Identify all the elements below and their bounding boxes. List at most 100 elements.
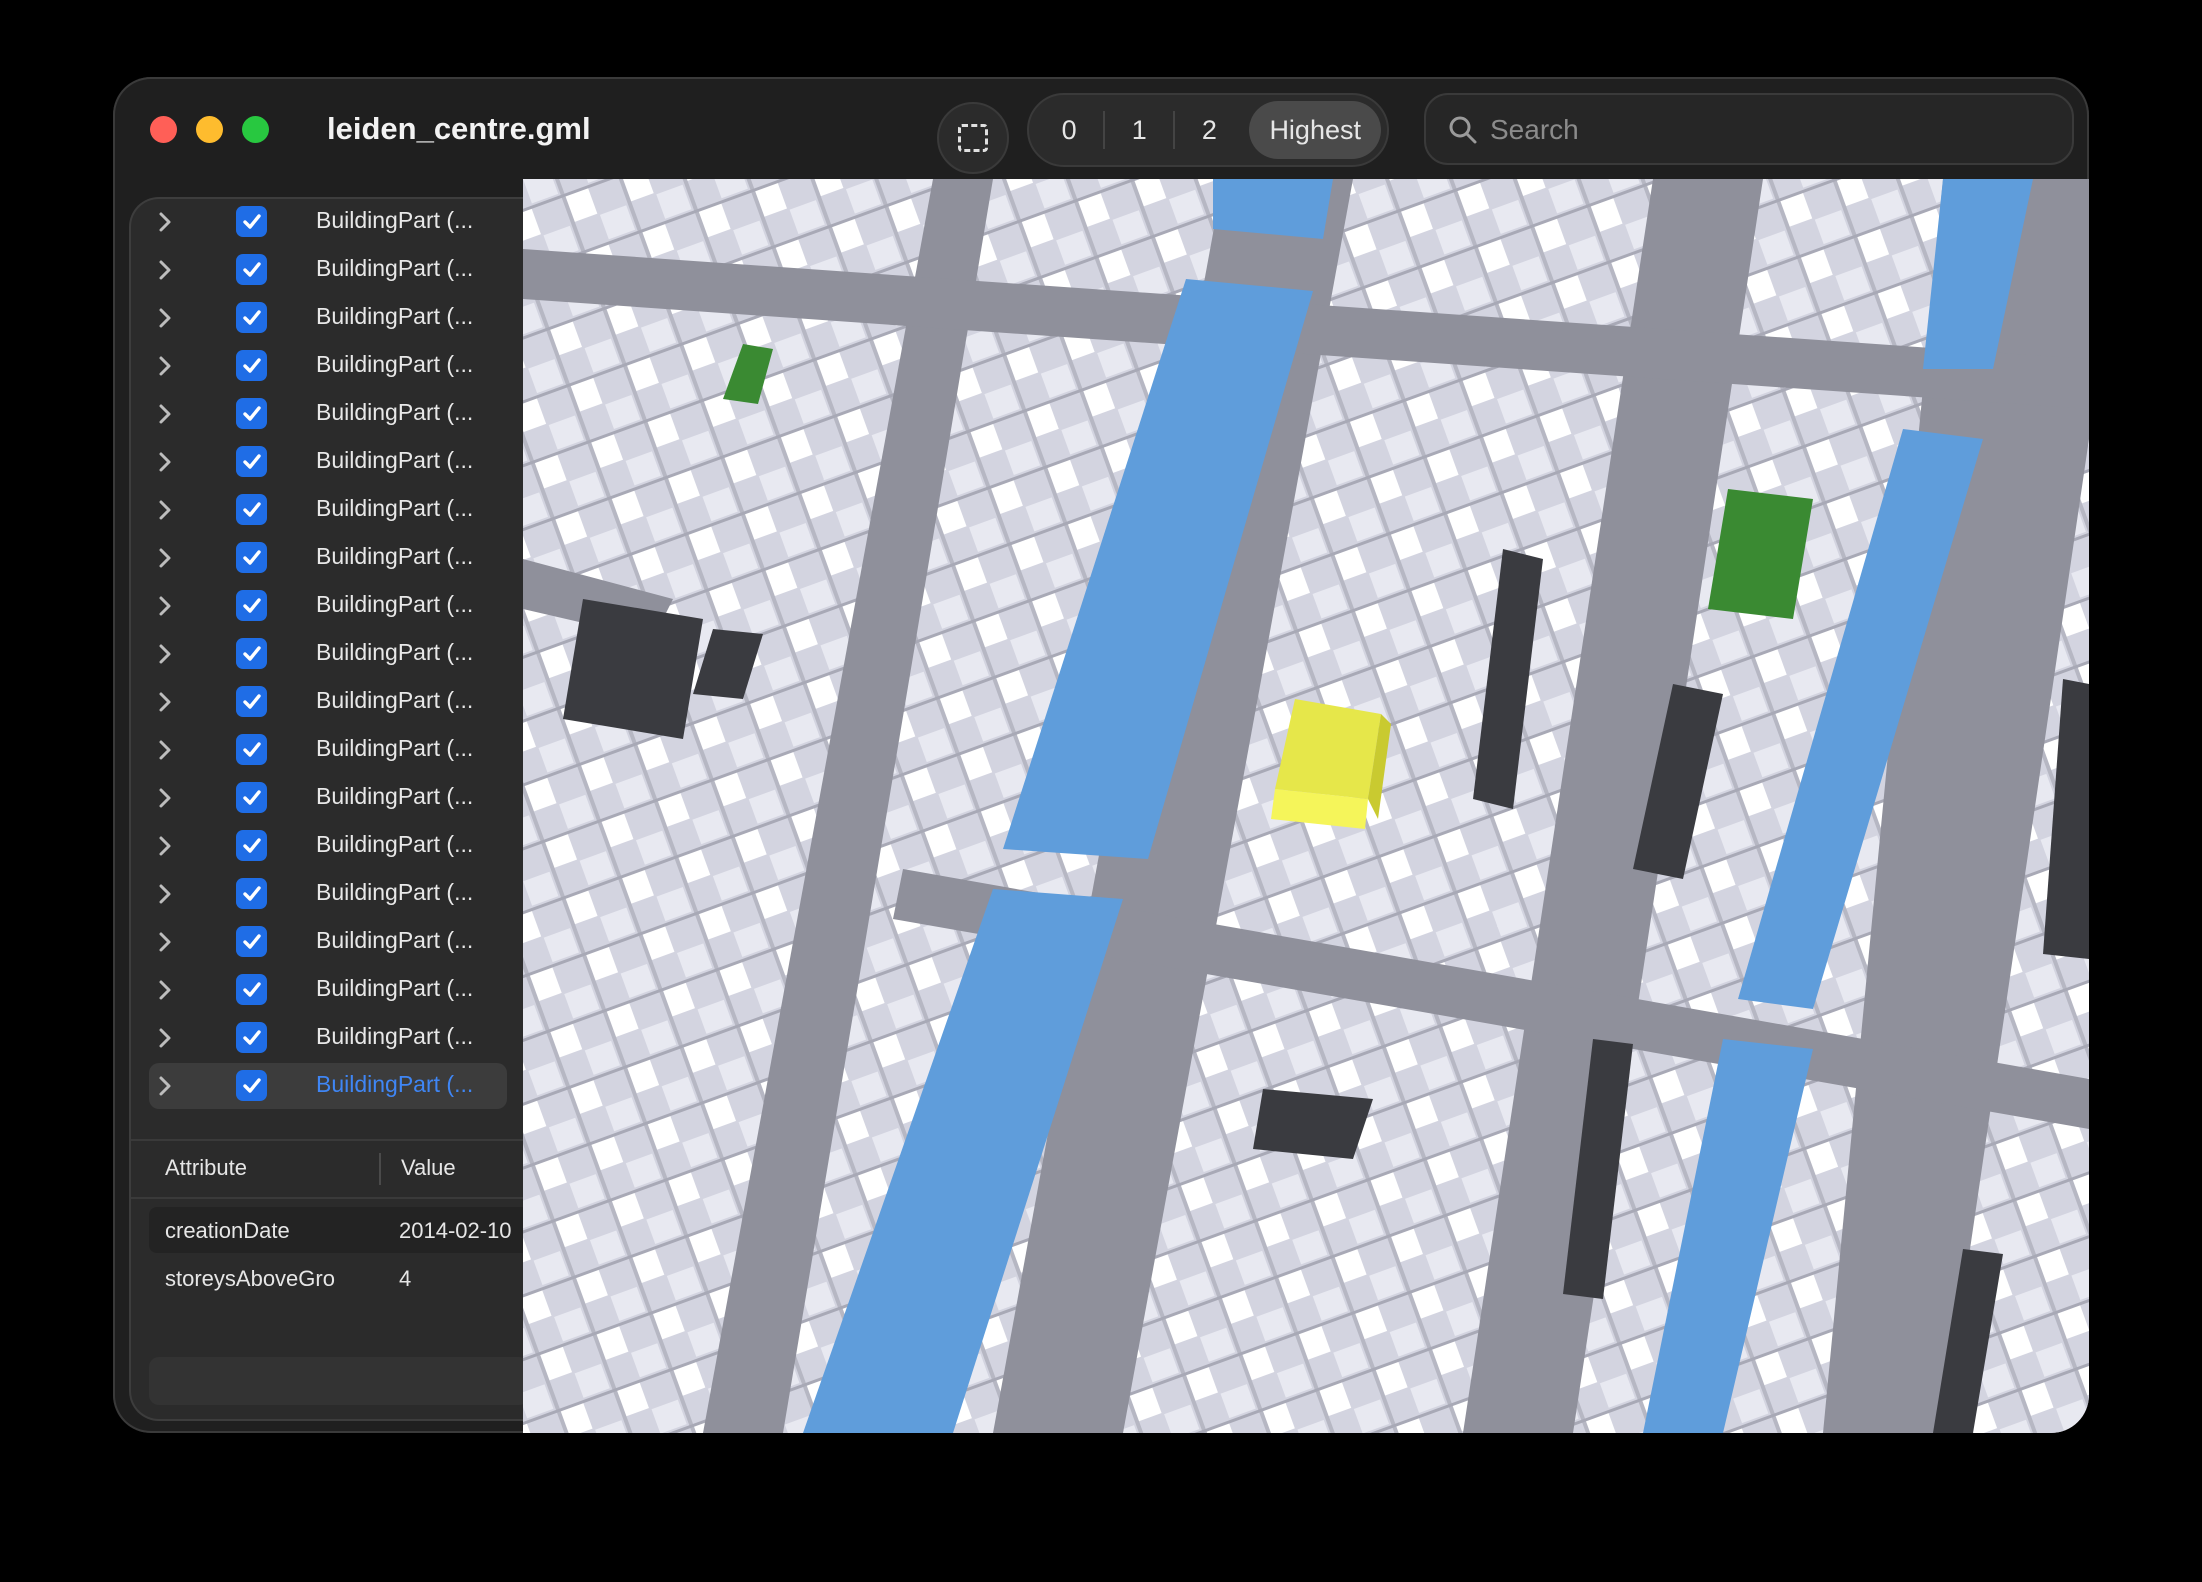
zoom-window-button[interactable] bbox=[242, 116, 269, 143]
selection-rectangle-icon bbox=[958, 124, 988, 152]
chevron-right-icon[interactable] bbox=[157, 979, 173, 1001]
checkmark-icon bbox=[242, 981, 261, 997]
visibility-checkbox[interactable] bbox=[236, 1022, 267, 1053]
tree-item[interactable]: BuildingPart (... bbox=[131, 199, 523, 245]
attribute-row[interactable]: creationDate 2014-02-10 bbox=[149, 1207, 523, 1253]
visibility-checkbox[interactable] bbox=[236, 686, 267, 717]
visibility-checkbox[interactable] bbox=[236, 542, 267, 573]
lod-0-segment[interactable]: 0 bbox=[1035, 101, 1103, 159]
checkmark-icon bbox=[242, 597, 261, 613]
visibility-checkbox[interactable] bbox=[236, 494, 267, 525]
tree-item[interactable]: BuildingPart (... bbox=[131, 821, 523, 869]
city-model-render bbox=[523, 179, 2089, 1433]
tree-item[interactable]: BuildingPart (... bbox=[131, 869, 523, 917]
chevron-right-icon[interactable] bbox=[157, 1075, 173, 1097]
chevron-right-icon[interactable] bbox=[157, 643, 173, 665]
tree-item[interactable]: BuildingPart (... bbox=[131, 725, 523, 773]
tree-item-label: BuildingPart (... bbox=[316, 783, 474, 809]
tree-item[interactable]: BuildingPart (... bbox=[131, 1061, 523, 1109]
checkmark-icon bbox=[242, 645, 261, 661]
visibility-checkbox[interactable] bbox=[236, 830, 267, 861]
tree-item[interactable]: BuildingPart (... bbox=[131, 437, 523, 485]
search-field[interactable] bbox=[1424, 93, 2074, 165]
checkmark-icon bbox=[242, 261, 261, 277]
tree-item[interactable]: BuildingPart (... bbox=[131, 1013, 523, 1061]
window-title: leiden_centre.gml bbox=[327, 111, 591, 146]
visibility-checkbox[interactable] bbox=[236, 206, 267, 237]
tree-item[interactable]: BuildingPart (... bbox=[131, 389, 523, 437]
attribute-column-header[interactable]: Attribute bbox=[165, 1155, 247, 1181]
tree-item[interactable]: BuildingPart (... bbox=[131, 293, 523, 341]
chevron-right-icon[interactable] bbox=[157, 691, 173, 713]
checkmark-icon bbox=[242, 885, 261, 901]
tree-item[interactable]: BuildingPart (... bbox=[131, 629, 523, 677]
search-icon bbox=[1449, 116, 1477, 144]
attribute-key: creationDate bbox=[165, 1218, 290, 1243]
visibility-checkbox[interactable] bbox=[236, 974, 267, 1005]
visibility-checkbox[interactable] bbox=[236, 638, 267, 669]
chevron-right-icon[interactable] bbox=[157, 307, 173, 329]
title-bar: leiden_centre.gml 0 1 2 Highest bbox=[113, 77, 2089, 179]
tree-item[interactable]: BuildingPart (... bbox=[131, 773, 523, 821]
minimize-window-button[interactable] bbox=[196, 116, 223, 143]
attribute-row[interactable]: storeysAboveGro 4 bbox=[149, 1255, 523, 1301]
visibility-checkbox[interactable] bbox=[236, 398, 267, 429]
chevron-right-icon[interactable] bbox=[157, 547, 173, 569]
visibility-checkbox[interactable] bbox=[236, 350, 267, 381]
attribute-value: 2014-02-10 bbox=[399, 1218, 512, 1243]
visibility-checkbox[interactable] bbox=[236, 302, 267, 333]
object-tree[interactable]: BuildingPart (... BuildingPart (... Buildi… bbox=[131, 199, 523, 1134]
visibility-checkbox[interactable] bbox=[236, 734, 267, 765]
visibility-checkbox[interactable] bbox=[236, 926, 267, 957]
chevron-right-icon[interactable] bbox=[157, 595, 173, 617]
tree-item[interactable]: BuildingPart (... bbox=[131, 677, 523, 725]
lod-highest-segment[interactable]: Highest bbox=[1249, 101, 1381, 159]
close-window-button[interactable] bbox=[150, 116, 177, 143]
3d-map-view[interactable] bbox=[523, 179, 2089, 1433]
tree-item[interactable]: BuildingPart (... bbox=[131, 485, 523, 533]
visibility-checkbox[interactable] bbox=[236, 446, 267, 477]
tree-item[interactable]: BuildingPart (... bbox=[131, 341, 523, 389]
tree-item-label: BuildingPart (... bbox=[316, 591, 474, 617]
column-divider[interactable] bbox=[379, 1153, 381, 1185]
chevron-right-icon[interactable] bbox=[157, 403, 173, 425]
chevron-right-icon[interactable] bbox=[157, 835, 173, 857]
tree-item-label: BuildingPart (... bbox=[316, 639, 474, 665]
filter-field[interactable] bbox=[149, 1357, 523, 1405]
chevron-right-icon[interactable] bbox=[157, 883, 173, 905]
value-column-header[interactable]: Value bbox=[401, 1155, 456, 1181]
chevron-right-icon[interactable] bbox=[157, 259, 173, 281]
chevron-right-icon[interactable] bbox=[157, 355, 173, 377]
sidebar: BuildingPart (... BuildingPart (... Buildi… bbox=[129, 197, 523, 1421]
search-input[interactable] bbox=[1488, 107, 2052, 153]
checkmark-icon bbox=[242, 741, 261, 757]
chevron-right-icon[interactable] bbox=[157, 499, 173, 521]
visibility-checkbox[interactable] bbox=[236, 590, 267, 621]
chevron-right-icon[interactable] bbox=[157, 1027, 173, 1049]
lod-segmented-control: 0 1 2 Highest bbox=[1027, 93, 1389, 167]
visibility-checkbox[interactable] bbox=[236, 1070, 267, 1101]
checkmark-icon bbox=[242, 453, 261, 469]
visibility-checkbox[interactable] bbox=[236, 878, 267, 909]
tree-item[interactable]: BuildingPart (... bbox=[131, 533, 523, 581]
tree-item-label: BuildingPart (... bbox=[316, 495, 474, 521]
tree-item-label: BuildingPart (... bbox=[316, 927, 474, 953]
chevron-right-icon[interactable] bbox=[157, 787, 173, 809]
tree-item[interactable]: BuildingPart (... bbox=[131, 245, 523, 293]
visibility-checkbox[interactable] bbox=[236, 254, 267, 285]
tree-item[interactable]: BuildingPart (... bbox=[131, 965, 523, 1013]
tree-item-label: BuildingPart (... bbox=[316, 831, 474, 857]
checkmark-icon bbox=[242, 693, 261, 709]
chevron-right-icon[interactable] bbox=[157, 211, 173, 233]
checkmark-icon bbox=[242, 405, 261, 421]
selection-tool-button[interactable] bbox=[937, 102, 1009, 174]
visibility-checkbox[interactable] bbox=[236, 782, 267, 813]
chevron-right-icon[interactable] bbox=[157, 739, 173, 761]
lod-1-segment[interactable]: 1 bbox=[1105, 101, 1173, 159]
tree-item[interactable]: BuildingPart (... bbox=[131, 917, 523, 965]
tree-item[interactable]: BuildingPart (... bbox=[131, 581, 523, 629]
chevron-right-icon[interactable] bbox=[157, 451, 173, 473]
tree-item-label: BuildingPart (... bbox=[316, 687, 474, 713]
lod-2-segment[interactable]: 2 bbox=[1175, 101, 1243, 159]
chevron-right-icon[interactable] bbox=[157, 931, 173, 953]
